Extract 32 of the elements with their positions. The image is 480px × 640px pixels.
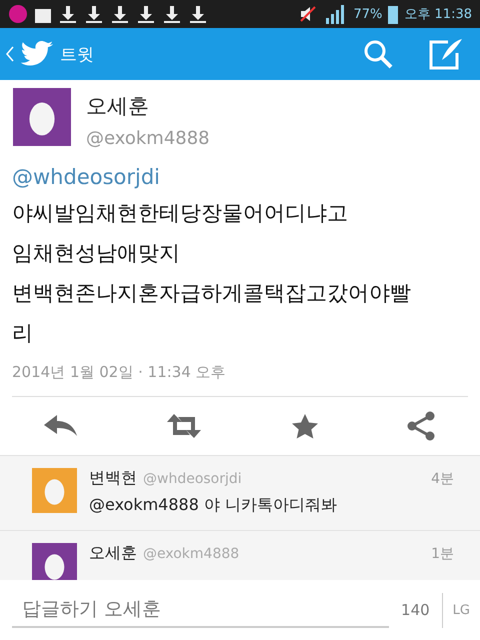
reply-text: @exokm4888 야 니카톡아디줘봐 <box>89 495 338 516</box>
keyboard-label: LG <box>442 592 470 628</box>
tweet-text: 야씨발임채현한테당장물어어디냐고 <box>12 200 349 227</box>
reply-time: 1분 <box>431 545 454 563</box>
carrier-icon <box>8 4 28 24</box>
bird-icon[interactable] <box>20 40 54 68</box>
author-handle: @exokm4888 <box>86 128 210 149</box>
mention-link[interactable]: @whdeosorjdi <box>12 165 160 189</box>
tweet-text: 변백현존나지혼자급하게콜택잡고갔어야빨 <box>12 280 412 307</box>
reply-author: 변백현 <box>89 468 137 489</box>
reply-time: 4분 <box>431 470 454 488</box>
author-name: 오세훈 <box>86 93 150 120</box>
reply-handle: @whdeosorjdi <box>143 471 242 487</box>
tweet-text: 리 <box>12 320 34 347</box>
download-icon <box>188 4 208 24</box>
screen-title: 트윗 <box>60 44 94 66</box>
reply-handle: @exokm4888 <box>143 546 240 562</box>
download-icon <box>136 4 156 24</box>
timestamp: 2014년 1월 02일 · 11:34 오후 <box>12 363 468 397</box>
battery-percent: 77% <box>353 6 382 22</box>
battery-icon <box>388 4 398 24</box>
reply-author: 오세훈 <box>89 543 137 564</box>
back-icon[interactable] <box>6 46 14 62</box>
avatar-icon[interactable] <box>32 543 77 580</box>
character-count: 140 <box>401 601 430 619</box>
tweet-text: 임채현성남애맞지 <box>12 240 181 267</box>
download-icon <box>84 4 104 24</box>
download-icon <box>162 4 182 24</box>
download-icon <box>110 4 130 24</box>
download-icon <box>58 4 78 24</box>
clock: 오후 11:38 <box>404 6 472 23</box>
avatar-icon[interactable] <box>12 88 72 146</box>
